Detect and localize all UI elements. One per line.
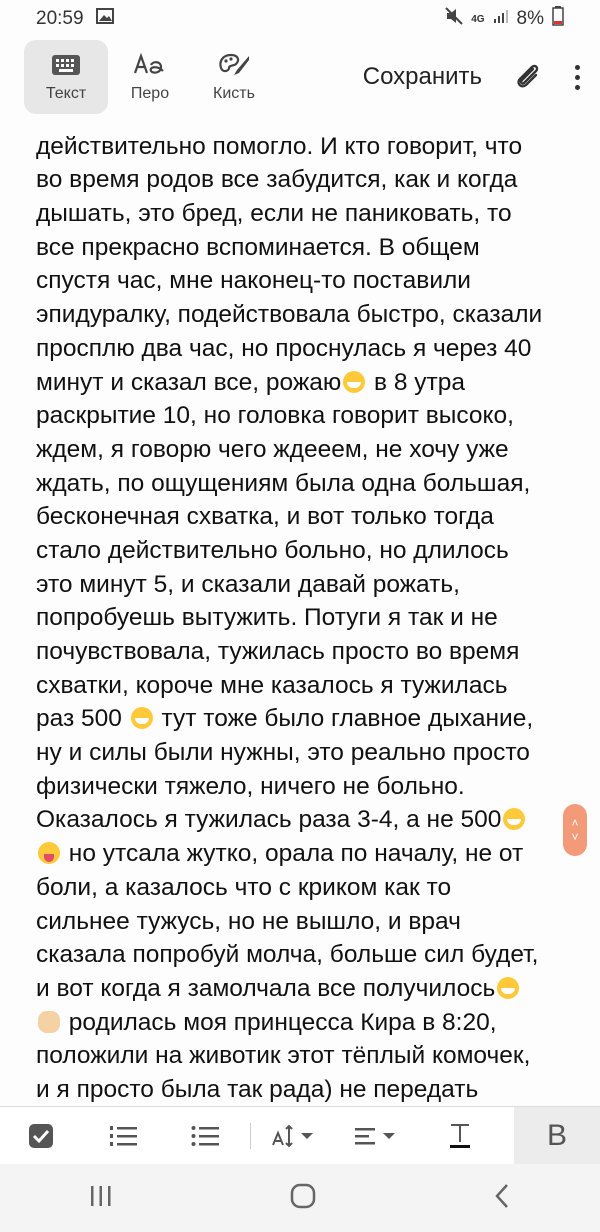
- back-icon[interactable]: [492, 1183, 512, 1214]
- text-size-button[interactable]: [255, 1107, 337, 1165]
- text-line: бесконечная схватка, и вот только тогда: [36, 503, 494, 531]
- text-line: раскрытие 10, но головка говорит высоко,: [36, 402, 514, 430]
- text-line: попробуешь вытужить. Потуги я так и не: [36, 604, 498, 632]
- pen-handwriting-icon: [133, 51, 167, 79]
- text-line: минут и сказал все, рожаю в 8 утра: [36, 368, 466, 396]
- chevron-up-icon: ˄: [571, 816, 579, 830]
- beaming-face-emoji-icon: [497, 976, 520, 999]
- tool-brush-label: Кисть: [213, 85, 255, 102]
- text-line: дышать, это бред, если не паниковать, то: [36, 200, 512, 228]
- mute-icon: [445, 7, 463, 31]
- text-line: раз 500 тут тоже было главное дыхание,: [36, 705, 534, 733]
- tool-brush[interactable]: Кисть: [192, 40, 276, 114]
- attach-icon[interactable]: [512, 61, 544, 93]
- text-line: во время родов все забудится, как и когд…: [36, 166, 518, 194]
- home-icon[interactable]: [289, 1182, 317, 1215]
- text-line: все прекрасно вспоминается. В общем: [36, 233, 480, 261]
- grinning-emoji-icon: [130, 707, 153, 730]
- battery-icon: [552, 6, 564, 32]
- tool-pen-label: Перо: [130, 85, 170, 102]
- note-body[interactable]: действительно помогло. И кто говорит, чт…: [36, 116, 576, 1104]
- text-size-icon: [272, 1124, 313, 1147]
- text-line: и вот когда я замолчала все получилось: [36, 972, 576, 1006]
- text-line: и я просто была так рада) не передать: [36, 1075, 479, 1103]
- checkbox-icon: [29, 1123, 53, 1148]
- network-label: 4G: [471, 13, 485, 25]
- checkbox-format-button[interactable]: [0, 1107, 82, 1165]
- battery-percent: 8%: [516, 8, 544, 29]
- tool-pen[interactable]: Перо: [108, 40, 192, 114]
- signal-icon: [493, 8, 509, 30]
- format-toolbar: B: [0, 1106, 600, 1165]
- text-line: физически тяжело, ничего не больно.: [36, 772, 465, 800]
- text-line: но утсала жутко, орала по началу, не от: [36, 837, 576, 871]
- save-button[interactable]: Сохранить: [363, 63, 482, 91]
- numbered-list-icon: [110, 1125, 137, 1146]
- text-line: просплю два час, но проснулась я через 4…: [36, 334, 532, 362]
- text-color-button[interactable]: [419, 1107, 501, 1165]
- tool-text[interactable]: Текст: [24, 40, 108, 114]
- text-line: ждем, я говорю чего ждееем, не хочу уже: [36, 435, 509, 463]
- text-line: родилась моя принцесса Кира в 8:20,: [36, 1006, 576, 1040]
- editor-toolbar: Текст Перо Кисть Сохранить: [0, 38, 600, 116]
- alignment-button[interactable]: [337, 1107, 419, 1165]
- text-line: действительно помогло. И кто говорит, чт…: [36, 132, 523, 160]
- numbered-list-button[interactable]: [82, 1107, 164, 1165]
- text-line: почувствовала, тужилась просто во время: [36, 638, 520, 665]
- status-bar: 20:59 4G 8%: [0, 0, 600, 38]
- text-line: сказала попробуй молча, больше сил будет…: [36, 941, 539, 969]
- text-line: положили на животик этот тёплый комочек,: [36, 1042, 531, 1070]
- text-line: ну и силы были нужны, это реально просто: [36, 739, 530, 767]
- palette-brush-icon: [217, 51, 251, 79]
- grinning-emoji-icon: [343, 370, 366, 393]
- fast-scroll-handle[interactable]: ˄ ˅: [563, 804, 587, 856]
- text-line: Оказалось я тужилась раза 3-4, а не 500: [36, 803, 576, 837]
- text-line: эпидуралку, подействовала быстро, сказал…: [36, 301, 543, 329]
- ok-hand-emoji-icon: [38, 1010, 60, 1033]
- text-line-partial: [36, 116, 576, 130]
- text-line: сильнее тужусь, но не вышло, и врач: [36, 907, 461, 935]
- text-line: схватки, короче мне казалось я тужилась: [36, 671, 508, 699]
- navigation-bar: [0, 1164, 600, 1232]
- keyboard-icon: [51, 51, 81, 79]
- status-time: 20:59: [36, 8, 84, 29]
- chevron-down-icon: ˅: [571, 830, 579, 844]
- bulleted-list-icon: [191, 1125, 219, 1146]
- align-left-icon: [355, 1127, 395, 1144]
- text-line: боли, а казалось что с криком как то: [36, 873, 452, 901]
- recent-apps-icon[interactable]: [88, 1184, 114, 1213]
- bulleted-list-button[interactable]: [164, 1107, 246, 1165]
- bold-button[interactable]: B: [514, 1106, 600, 1165]
- text-line: это минут 5, и сказали давай рожать,: [36, 570, 460, 598]
- grinning-emoji-icon: [503, 808, 526, 831]
- text-line: спустя час, мне наконец-то поставили: [36, 267, 471, 295]
- text-color-icon: [450, 1123, 470, 1148]
- tool-text-label: Текст: [45, 85, 87, 102]
- zany-face-emoji-icon: [38, 842, 60, 865]
- more-options-icon[interactable]: [572, 64, 582, 90]
- text-line: стало действительно больно, но длилось: [36, 536, 509, 564]
- image-icon: [95, 8, 114, 30]
- toolbar-divider: [250, 1122, 251, 1149]
- text-line: ждать, по ощущениям была одна большая,: [36, 469, 531, 497]
- bold-icon: B: [546, 1118, 567, 1152]
